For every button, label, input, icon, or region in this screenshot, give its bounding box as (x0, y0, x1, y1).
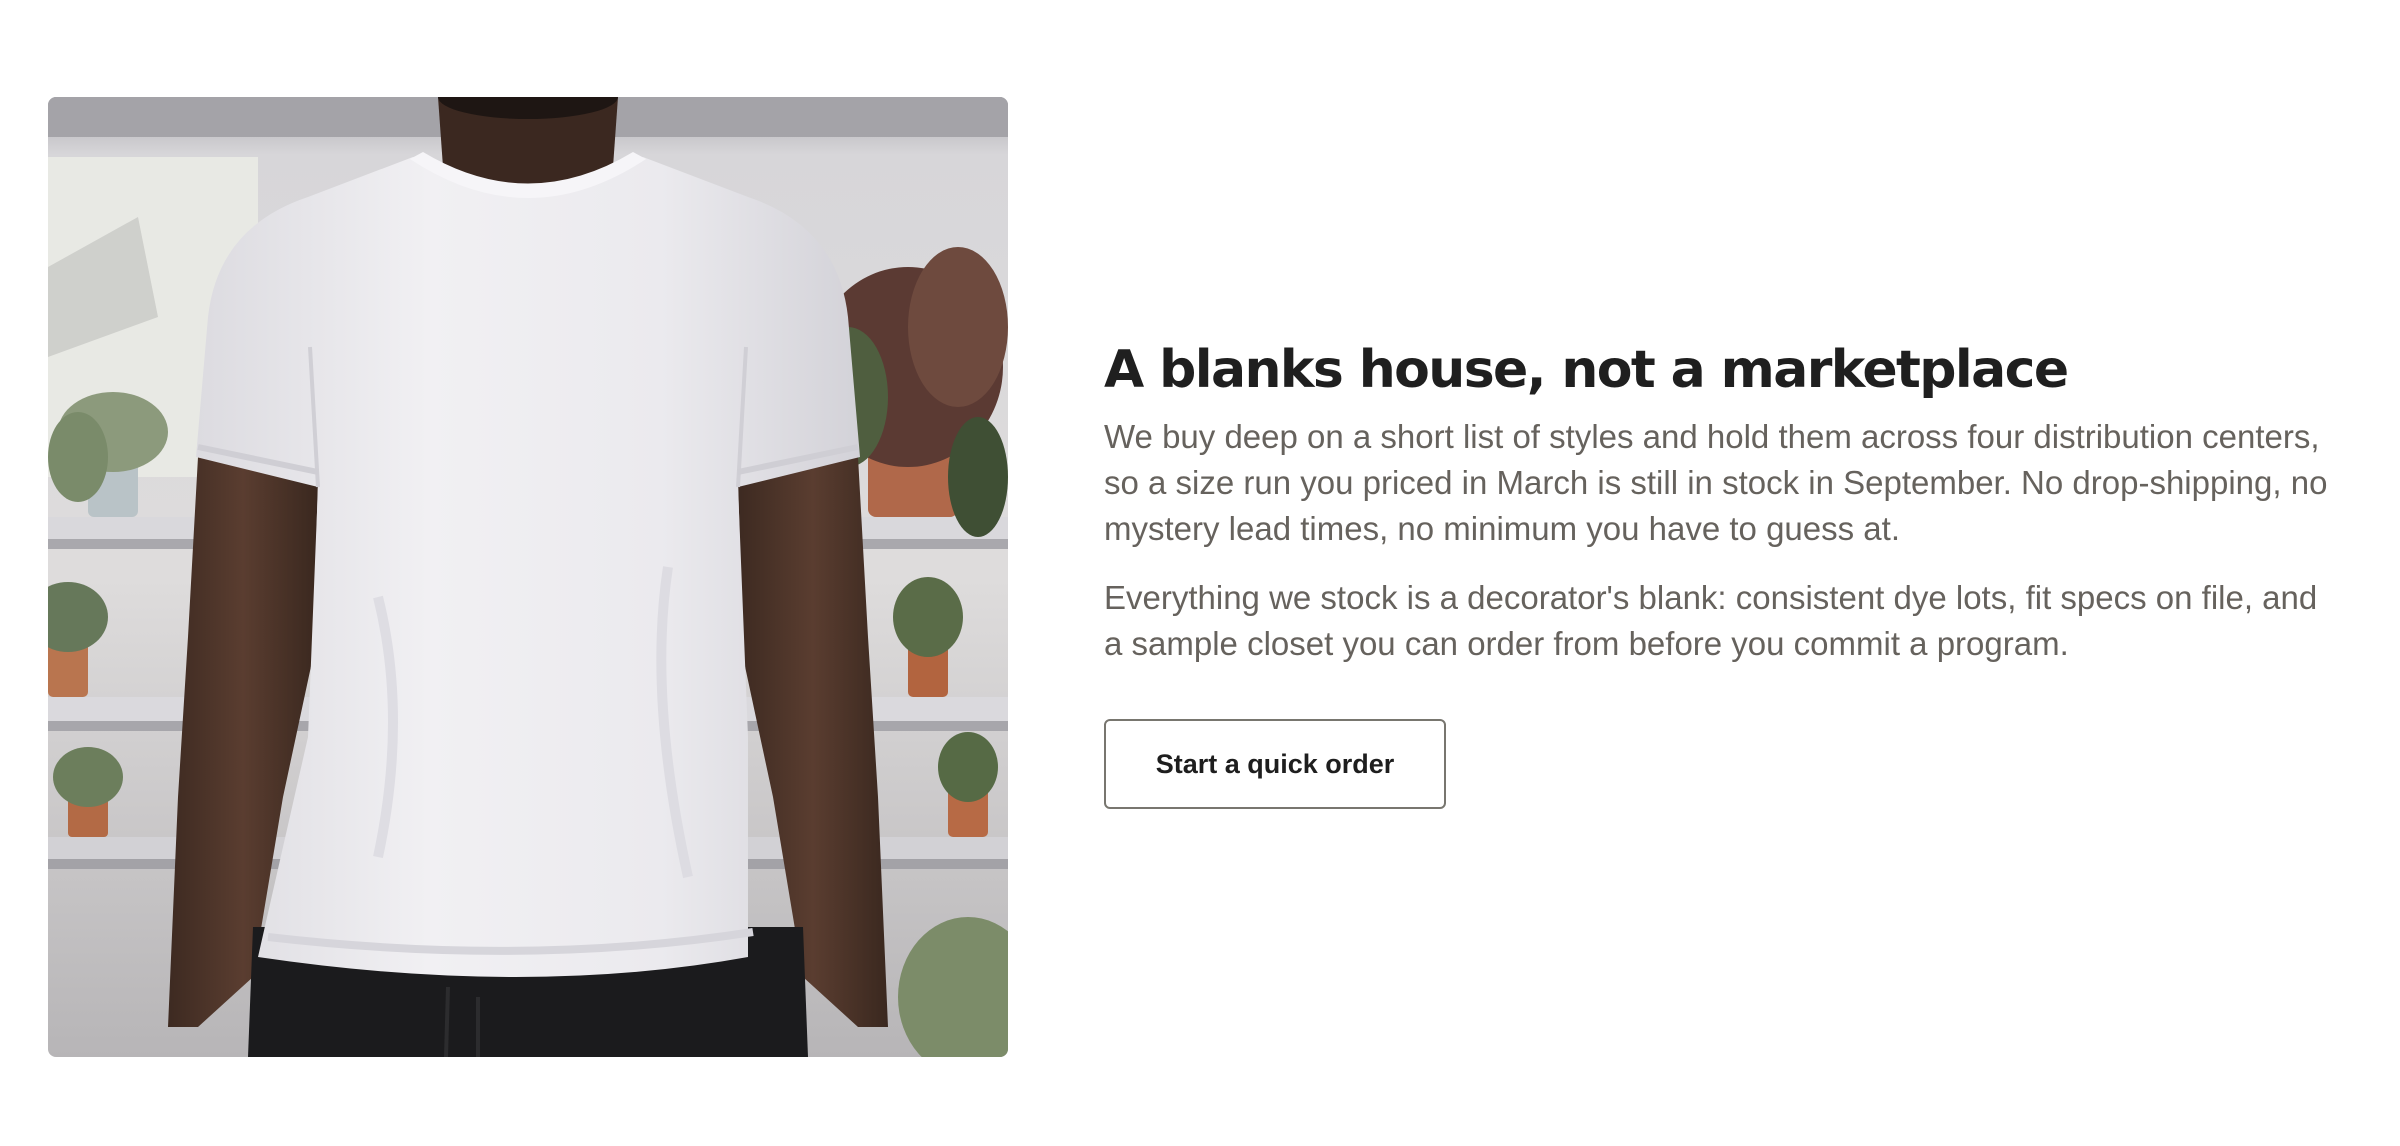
section-title: A blanks house, not a marketplace (1104, 340, 2069, 400)
product-photo (48, 97, 1008, 1057)
description-paragraph: Everything we stock is a decorator's bla… (1104, 579, 2318, 662)
description-paragraph: We buy deep on a short list of styles an… (1104, 418, 2328, 547)
tshirt-photo-illustration (48, 97, 1008, 1057)
feature-section: A blanks house, not a marketplace We buy… (0, 0, 2400, 1146)
start-quick-order-button[interactable]: Start a quick order (1104, 719, 1446, 809)
feature-copy: A blanks house, not a marketplace We buy… (1104, 330, 2334, 809)
